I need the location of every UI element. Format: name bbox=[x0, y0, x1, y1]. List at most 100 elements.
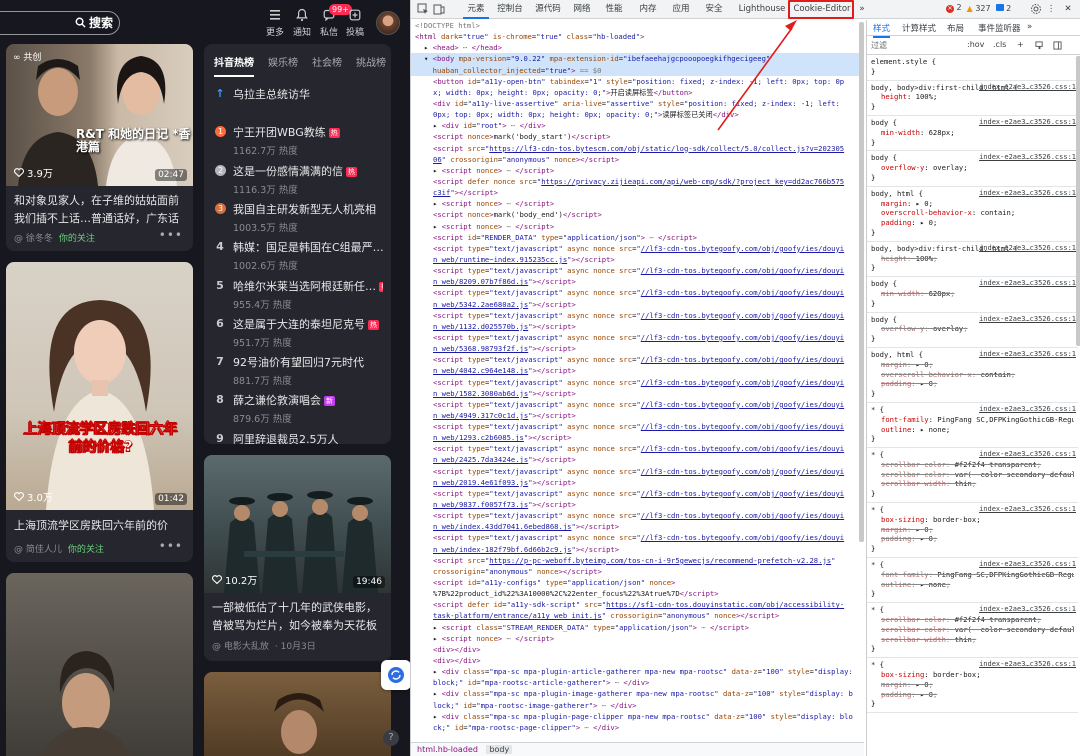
more-options-button[interactable]: ••• bbox=[159, 228, 183, 242]
css-rule[interactable]: body, body>div:first-child, html {index-… bbox=[867, 81, 1078, 116]
hot-list-item[interactable]: 7 92号油价有望回归7元时代 881.7万 热度 bbox=[214, 354, 383, 392]
elements-tree[interactable]: <!DOCTYPE html> <html dark="true" is-chro… bbox=[411, 20, 864, 742]
dom-node-line[interactable]: 06" crossorigin="anonymous" nonce></scri… bbox=[411, 154, 864, 165]
tab-event-listeners[interactable]: 事件监听器 bbox=[978, 22, 1021, 34]
dom-node-line[interactable]: <script type="text/javascript" async non… bbox=[411, 332, 864, 343]
gear-icon[interactable] bbox=[1030, 3, 1042, 15]
dom-node-line[interactable]: n_web/index.43dd7041.6ebed868.js"></scri… bbox=[411, 521, 864, 532]
video-thumbnail[interactable] bbox=[204, 672, 391, 756]
top-more-button[interactable]: 更多 bbox=[260, 7, 290, 38]
dom-node-line[interactable]: <script type="text/javascript" async non… bbox=[411, 421, 864, 432]
dom-node-line[interactable]: x; width: 0px; height: 0px; opacity: 0;"… bbox=[411, 87, 864, 98]
video-thumbnail[interactable] bbox=[6, 573, 193, 756]
dom-node-line[interactable]: c3if"></script> bbox=[411, 187, 864, 198]
more-options-button[interactable]: ••• bbox=[159, 539, 183, 553]
video-title[interactable]: 上海顶流学区房跌回六年前的价格? bbox=[14, 517, 183, 535]
dom-node-line[interactable]: <script type="text/javascript" async non… bbox=[411, 377, 864, 388]
dom-node-line[interactable]: n_web/2019.4e61f093.js"></script> bbox=[411, 477, 864, 488]
dom-node-line[interactable]: <div></div> bbox=[411, 655, 864, 666]
dom-node-line[interactable]: n_web/5342.2ae680a2.js"></script> bbox=[411, 299, 864, 310]
css-rule[interactable]: body, html {index-e2ae3…c3526.css:1 margi… bbox=[867, 348, 1078, 403]
tab-cookie-editor[interactable]: Cookie-Editor bbox=[791, 0, 853, 19]
dom-node-line[interactable]: huaban_collector_injected="true"> == $0 bbox=[411, 64, 864, 76]
tab-elements[interactable]: 元素 bbox=[463, 0, 489, 19]
dom-node-line[interactable]: <script id="RENDER_DATA" type="applicati… bbox=[411, 232, 864, 243]
hot-list-item[interactable]: 1 宁王开团WBG教练热 1162.7万 热度 bbox=[214, 124, 383, 162]
video-title[interactable]: 一部被低估了十几年的武侠电影，曾被骂为烂片，如今被奉为天花板 bbox=[212, 599, 381, 635]
css-rule[interactable]: * {index-e2ae3…c3526.css:1 box-sizing: bo… bbox=[867, 658, 1078, 714]
dom-node-line[interactable]: <!DOCTYPE html> bbox=[411, 20, 864, 31]
css-rule[interactable]: element.style {} bbox=[867, 55, 1078, 81]
dom-node-line[interactable]: ▸ <script nonce> ⋯ </script> bbox=[411, 221, 864, 232]
dom-node-line[interactable]: lock;" id="mpa-rootsc-image-gatherer"> ⋯… bbox=[411, 700, 864, 711]
dom-node-line[interactable]: <script type="text/javascript" async non… bbox=[411, 265, 864, 276]
dom-node-line[interactable]: <script type="text/javascript" async non… bbox=[411, 466, 864, 477]
dom-node-line[interactable]: <script type="text/javascript" async non… bbox=[411, 532, 864, 543]
tab-computed[interactable]: 计算样式 bbox=[902, 22, 936, 34]
hot-list-item[interactable]: 3 我国自主研发新型无人机亮相 1003.5万 热度 bbox=[214, 201, 383, 239]
dom-node-line[interactable]: <script type="text/javascript" async non… bbox=[411, 399, 864, 410]
dom-node-line[interactable]: n_web/9837.f0057f73.js"></script> bbox=[411, 499, 864, 510]
breadcrumb-html[interactable]: html.hb-loaded bbox=[417, 745, 478, 754]
video-thumbnail[interactable]: ∞ 共创 R&T 和她的日记 *香港篇 3.9万 02:47 bbox=[6, 44, 193, 186]
dom-node-line[interactable]: n_web/runtime~index.915235cc.js"></scrip… bbox=[411, 254, 864, 265]
dom-node-line[interactable]: ▸ <script nonce> ⋯ </script> bbox=[411, 198, 864, 209]
kebab-menu-icon[interactable]: ⋮ bbox=[1046, 0, 1056, 19]
more-tabs-button[interactable]: » bbox=[857, 0, 867, 19]
dom-node-line[interactable]: <script type="text/javascript" async non… bbox=[411, 354, 864, 365]
close-icon[interactable]: ✕ bbox=[1063, 0, 1073, 19]
dom-node-line[interactable]: <script defer nonce src="https://privacy… bbox=[411, 176, 864, 187]
css-rule[interactable]: body {index-e2ae3…c3526.css:1 min-width: … bbox=[867, 277, 1078, 313]
hot-list-item[interactable]: 2 这是一份感情满满的信热 1116.3万 热度 bbox=[214, 163, 383, 201]
hot-list-item[interactable]: 8 薛之谦伦敦演唱会新 879.6万 热度 bbox=[214, 392, 383, 430]
dom-node-line[interactable]: n_web/index-182f79bf.6d66b2c9.js"></scri… bbox=[411, 544, 864, 555]
dom-node-line[interactable]: task-platform/entrance/a11y_web_init.js"… bbox=[411, 610, 864, 621]
dom-node-line[interactable]: n_web/5368.98793f2f.js"></script> bbox=[411, 343, 864, 354]
dom-node-line[interactable]: <div id="a11y-live-assertive" aria-live=… bbox=[411, 98, 864, 109]
dom-node-line[interactable]: <html dark="true" is-chrome="true" class… bbox=[411, 31, 864, 42]
css-rule[interactable]: body, body>div:first-child, html {index-… bbox=[867, 242, 1078, 278]
issue-counters[interactable]: ✕ 2 ▲ 327 2 bbox=[946, 3, 1011, 13]
filter-input[interactable]: 过滤 bbox=[871, 40, 951, 51]
help-button[interactable]: ? bbox=[383, 730, 399, 746]
hot-list-item[interactable]: 4 韩媒：国足是韩国在C组最严… 1002.6万 热度 bbox=[214, 239, 383, 277]
more-styles-tabs[interactable]: » bbox=[1027, 22, 1032, 32]
dom-node-line[interactable]: ck;" id="mpa-rootsc-page-clipper"> ⋯ </d… bbox=[411, 722, 864, 733]
inspect-icon[interactable] bbox=[417, 3, 429, 15]
styles-scrollbar[interactable] bbox=[1076, 56, 1080, 346]
paint-icon[interactable] bbox=[1035, 41, 1044, 50]
dom-node-line[interactable]: <script type="text/javascript" async non… bbox=[411, 488, 864, 499]
dom-node-line[interactable]: n_web/4949.317c0c1d.js"></script> bbox=[411, 410, 864, 421]
hot-list-item[interactable]: ↑ 乌拉圭总统访华 bbox=[214, 86, 383, 124]
tab-layout[interactable]: 布局 bbox=[947, 22, 964, 34]
dom-node-line[interactable]: n_web/4042.c964e148.js"></script> bbox=[411, 365, 864, 376]
tab-network[interactable]: 网络 bbox=[569, 0, 595, 19]
css-rule[interactable]: * {index-e2ae3…c3526.css:1 scrollbar-colo… bbox=[867, 448, 1078, 504]
css-rule[interactable]: * {index-e2ae3…c3526.css:1 box-sizing: bo… bbox=[867, 503, 1078, 559]
dom-node-line[interactable]: ▾ <body mpa-version="9.0.22" mpa-extensi… bbox=[411, 53, 864, 65]
dom-node-line[interactable]: <script type="text/javascript" async non… bbox=[411, 310, 864, 321]
video-card[interactable] bbox=[204, 672, 391, 756]
video-title[interactable]: 和对象见家人，在子维的姑姑面前我们插不上话…普通话好，广东话好，… bbox=[14, 192, 183, 228]
dom-node-line[interactable]: ▸ <script class="STREAM_RENDER_DATA" typ… bbox=[411, 622, 864, 633]
tab-entertainment[interactable]: 娱乐榜 bbox=[268, 54, 298, 77]
hot-list-item[interactable]: 5 哈维尔米莱当选阿根廷新任…热 955.4万 热度 bbox=[214, 278, 383, 316]
author-name[interactable]: @ 徐冬冬 bbox=[14, 231, 53, 244]
css-rule[interactable]: * {index-e2ae3…c3526.css:1 font-family: P… bbox=[867, 558, 1078, 604]
dom-node-line[interactable]: <script defer id="a11y-sdk-script" src="… bbox=[411, 599, 864, 610]
search-input[interactable]: 搜索 bbox=[0, 11, 120, 35]
hover-state-button[interactable]: :hov bbox=[967, 40, 984, 49]
dom-node-line[interactable]: <div></div> bbox=[411, 644, 864, 655]
hot-list-item[interactable]: 9 阿里辞退裁员2.5万人 bbox=[214, 431, 383, 444]
warning-counter[interactable]: ▲ 327 bbox=[967, 4, 991, 13]
sidebar-toggle-icon[interactable] bbox=[1053, 41, 1062, 50]
dom-node-line[interactable]: n_web/2425.7da3424e.js"></script> bbox=[411, 454, 864, 465]
dom-node-line[interactable]: ▸ <div class="mpa-sc mpa-plugin-article-… bbox=[411, 666, 864, 677]
dom-node-line[interactable]: <script nonce>mark('body_end')</script> bbox=[411, 209, 864, 220]
info-counter[interactable]: 2 bbox=[995, 3, 1011, 13]
css-rule[interactable]: * {index-e2ae3…c3526.css:1 scrollbar-colo… bbox=[867, 603, 1078, 659]
dom-node-line[interactable]: %7B%22product_id%22%3A10000%2C%22enter_f… bbox=[411, 588, 864, 599]
video-card[interactable]: ∞ 共创 R&T 和她的日记 *香港篇 3.9万 02:47 和对象见家人，在子… bbox=[6, 44, 193, 251]
css-rule[interactable]: * {index-e2ae3…c3526.css:1 font-family: P… bbox=[867, 403, 1078, 449]
video-card[interactable] bbox=[6, 573, 193, 756]
